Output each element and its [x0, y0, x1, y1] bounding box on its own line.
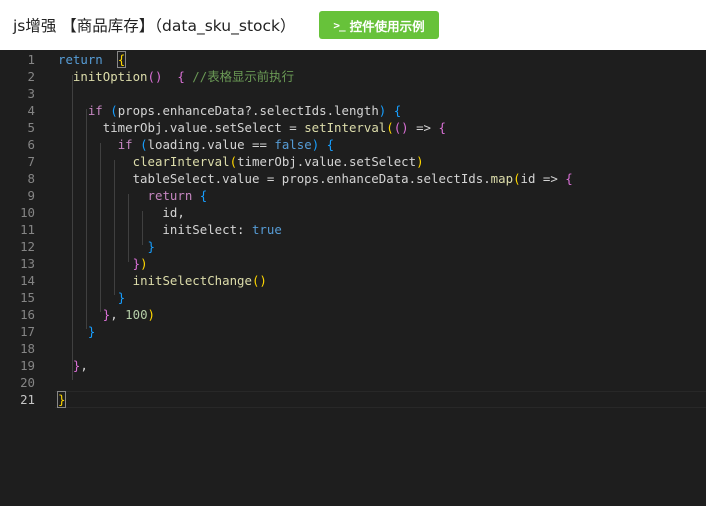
line-number: 21	[20, 392, 35, 407]
code-text: }, 100)	[102, 307, 156, 322]
code-line: 12 }	[0, 238, 706, 255]
code-text: return {	[58, 51, 127, 68]
line-number: 2	[27, 69, 35, 84]
code-line: 18	[0, 340, 706, 357]
code-text: }	[56, 391, 67, 408]
line-number: 16	[20, 307, 35, 322]
code-text: }	[87, 324, 96, 339]
code-line: 19 },	[0, 357, 706, 374]
line-number: 6	[27, 137, 35, 152]
line-number: 5	[27, 120, 35, 135]
code-line: 14 initSelectChange()	[0, 272, 706, 289]
example-usage-button[interactable]: >_ 控件使用示例	[319, 11, 439, 39]
code-text: id,	[58, 205, 185, 220]
line-number: 18	[20, 341, 35, 356]
line-number: 17	[20, 324, 35, 339]
example-usage-label: 控件使用示例	[349, 18, 425, 34]
code-line: 9 return {	[0, 187, 706, 204]
code-line: 4 if (props.enhanceData?.selectIds.lengt…	[0, 102, 706, 119]
code-text: }	[147, 239, 155, 254]
line-number: 4	[27, 103, 35, 118]
code-text: if (props.enhanceData?.selectIds.length)…	[87, 103, 402, 118]
line-number: 19	[20, 358, 35, 373]
code-line: 8 tableSelect.value = props.enhanceData.…	[0, 170, 706, 187]
line-number: 3	[27, 86, 35, 101]
code-editor[interactable]: 1 return {2 initOption() { //表格显示前执行 3 4 if…	[0, 50, 706, 506]
code-line: 1 return {	[0, 51, 706, 68]
code-line: 6 if (loading.value == false) {	[0, 136, 706, 153]
code-line: 2 initOption() { //表格显示前执行	[0, 68, 706, 85]
code-text: return {	[147, 188, 208, 203]
code-line: 5 timerObj.value.setSelect = setInterval…	[0, 119, 706, 136]
line-number: 12	[20, 239, 35, 254]
code-text: initSelectChange()	[132, 273, 267, 288]
code-text: initOption() { //表格显示前执行	[72, 69, 294, 84]
code-line: 21}	[0, 391, 706, 408]
dialog-header: js增强 【商品库存】（data_sku_stock） >_ 控件使用示例	[0, 0, 706, 50]
line-number: 14	[20, 273, 35, 288]
code-text: if (loading.value == false) {	[117, 137, 335, 152]
line-number: 1	[27, 52, 35, 67]
line-number: 15	[20, 290, 35, 305]
code-text: },	[72, 358, 88, 373]
code-line: 3	[0, 85, 706, 102]
code-text: clearInterval(timerObj.value.setSelect)	[132, 154, 424, 169]
terminal-icon: >_	[333, 18, 345, 32]
line-number: 11	[20, 222, 35, 237]
line-number: 20	[20, 375, 35, 390]
code-text: tableSelect.value = props.enhanceData.se…	[58, 171, 573, 186]
line-number: 10	[20, 205, 35, 220]
code-line: 7 clearInterval(timerObj.value.setSelect…	[0, 153, 706, 170]
code-line: 13 })	[0, 255, 706, 272]
code-line: 17 }	[0, 323, 706, 340]
code-line: 16 }, 100)	[0, 306, 706, 323]
code-text: timerObj.value.setSelect = setInterval((…	[58, 120, 446, 135]
line-number: 13	[20, 256, 35, 271]
code-text: })	[132, 256, 148, 271]
code-line: 20	[0, 374, 706, 391]
line-number: 7	[27, 154, 35, 169]
code-text: initSelect: true	[58, 222, 282, 237]
code-text: }	[117, 290, 126, 305]
code-line: 10 id,	[0, 204, 706, 221]
dialog-title: js增强 【商品库存】（data_sku_stock）	[13, 17, 296, 35]
code-line: 11 initSelect: true	[0, 221, 706, 238]
line-number: 8	[27, 171, 35, 186]
code-line: 15 }	[0, 289, 706, 306]
line-number: 9	[27, 188, 35, 203]
